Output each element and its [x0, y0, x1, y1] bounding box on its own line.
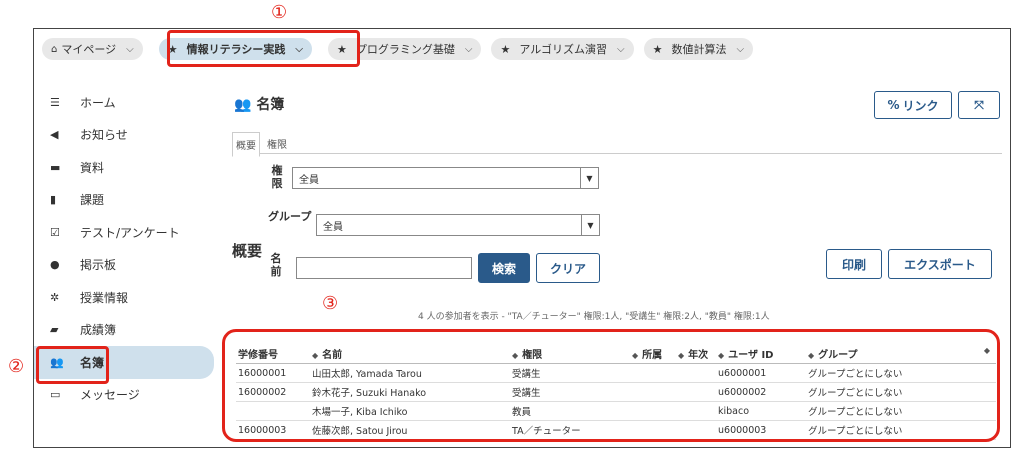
- callout-3: ③: [322, 293, 339, 314]
- group-label: グループ: [268, 210, 312, 223]
- sidebar-item-label: メッセージ: [80, 388, 140, 403]
- search-button[interactable]: 検索: [478, 253, 530, 283]
- sidebar-item-label: 課題: [80, 193, 105, 208]
- role-label: 権限: [271, 164, 283, 190]
- sidebar-item-home[interactable]: ☰ ホーム: [34, 86, 214, 119]
- tab-algorithm[interactable]: ★ アルゴリズム演習 ⌵: [491, 38, 634, 60]
- sidebar-item-label: 授業情報: [80, 290, 129, 305]
- link-button[interactable]: % リンク: [874, 91, 952, 119]
- sidebar-item-label: ホーム: [80, 95, 116, 110]
- folder-icon: ▬: [50, 160, 61, 174]
- checkbox-icon: ☑: [50, 225, 60, 239]
- highlight-box-3: [222, 329, 1000, 442]
- megaphone-icon: ◀: [50, 128, 59, 142]
- sidebar-item-gradebook[interactable]: ▰ 成績簿: [34, 314, 214, 347]
- book-icon: ▰: [50, 323, 59, 337]
- clear-button[interactable]: クリア: [536, 253, 600, 283]
- name-input[interactable]: [296, 257, 472, 279]
- tab-numerical[interactable]: ★ 数値計算法 ⌵: [643, 38, 754, 60]
- link-icon: %: [887, 98, 900, 112]
- inbox-icon: ▭: [50, 388, 61, 402]
- name-label: 名前: [270, 252, 282, 278]
- group-select[interactable]: 全員 ▼: [316, 214, 600, 236]
- export-button[interactable]: エクスポート: [888, 249, 992, 279]
- chat-icon: ●: [50, 258, 60, 272]
- sidebar-item-announcements[interactable]: ◀ お知らせ: [34, 119, 214, 152]
- page-title: 👥 名簿: [234, 94, 284, 114]
- users-icon: 👥: [234, 97, 257, 113]
- star-icon: ★: [652, 42, 663, 56]
- course-tabs: ⌂ マイページ ⌵ ★ 情報リテラシー実践 ⌵ ★ プログラミング基礎 ⌵ ★ …: [42, 34, 763, 64]
- sidebar-item-label: テスト/アンケート: [80, 225, 180, 240]
- caret-down-icon: ▼: [580, 168, 598, 188]
- sidebar-item-label: 資料: [80, 160, 105, 175]
- fullscreen-button[interactable]: ⤧: [958, 91, 1000, 119]
- sidebar-item-tests[interactable]: ☑ テスト/アンケート: [34, 216, 214, 249]
- tab-permissions[interactable]: 権限: [264, 132, 290, 155]
- participant-summary: 4 人の参加者を表示 - "TA／チューター" 権限:1人, "受講生" 権限:…: [418, 312, 770, 322]
- expand-icon: ⤧: [974, 97, 984, 112]
- group-select-value: 全員: [323, 221, 343, 233]
- print-button[interactable]: 印刷: [826, 249, 882, 279]
- section-label: 概要: [232, 242, 263, 260]
- tab-label: 数値計算法: [671, 43, 727, 56]
- chevron-down-icon[interactable]: ⌵: [465, 44, 473, 55]
- chevron-down-icon[interactable]: ⌵: [736, 44, 744, 55]
- tab-overview[interactable]: 概要: [232, 132, 260, 157]
- role-select-value: 全員: [299, 174, 319, 186]
- link-button-label: リンク: [902, 98, 939, 113]
- highlight-box-1: [167, 30, 360, 67]
- sidebar-item-materials[interactable]: ▬ 資料: [34, 151, 214, 184]
- sidebar-item-label: お知らせ: [80, 128, 128, 143]
- sidebar-item-label: 成績簿: [80, 323, 117, 338]
- role-select[interactable]: 全員 ▼: [292, 167, 599, 189]
- tab-label: プログラミング基礎: [355, 43, 455, 56]
- chevron-down-icon[interactable]: ⌵: [617, 44, 625, 55]
- tab-mypage[interactable]: ⌂ マイページ ⌵: [42, 38, 143, 60]
- caret-down-icon: ▼: [581, 215, 599, 235]
- home-icon: ⌂: [51, 43, 58, 55]
- sidebar-item-course-info[interactable]: ✲ 授業情報: [34, 281, 214, 314]
- sidebar-item-forum[interactable]: ● 掲示板: [34, 249, 214, 282]
- subtabs: 概要 権限: [232, 126, 1002, 157]
- list-icon: ☰: [50, 95, 60, 109]
- callout-1: ①: [271, 2, 288, 23]
- chevron-down-icon[interactable]: ⌵: [126, 44, 134, 55]
- page-title-text: 名簿: [256, 97, 285, 113]
- tab-label: マイページ: [61, 43, 117, 56]
- tab-label: アルゴリズム演習: [519, 43, 607, 56]
- star-icon: ★: [500, 42, 511, 56]
- sidebar-item-assignments[interactable]: ▮ 課題: [34, 184, 214, 217]
- document-icon: ▮: [50, 193, 57, 207]
- gear-icon: ✲: [50, 290, 60, 304]
- highlight-box-2: [36, 346, 109, 384]
- sidebar-item-label: 掲示板: [80, 258, 117, 273]
- callout-2: ②: [8, 356, 25, 377]
